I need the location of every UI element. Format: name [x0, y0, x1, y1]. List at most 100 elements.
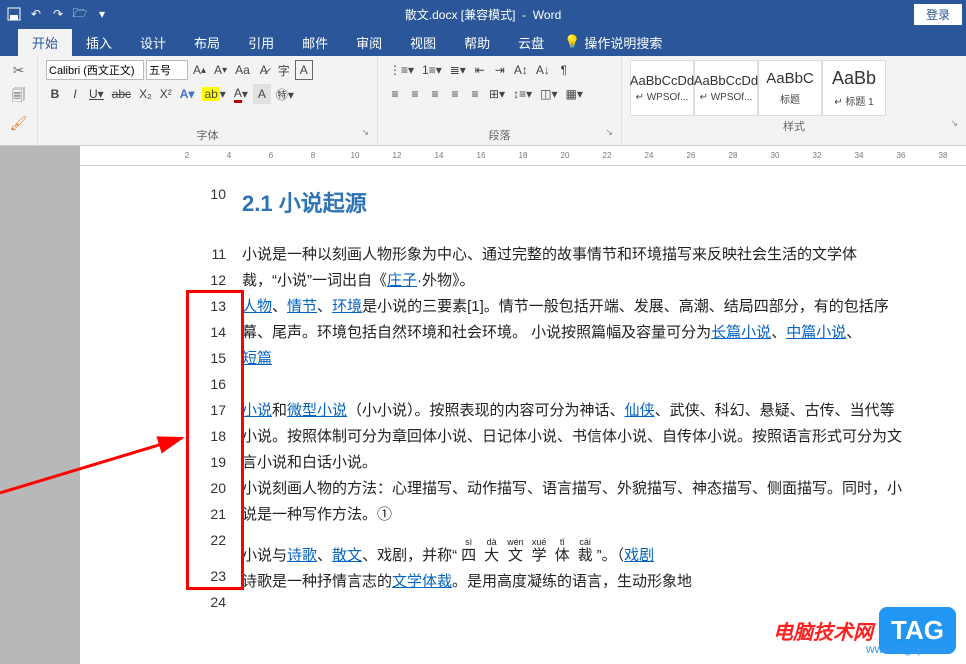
char-border-button[interactable]: A [295, 60, 313, 80]
document-shell: 24681012141618202224262830323436384042 1… [0, 146, 966, 664]
shrink-font-button[interactable]: A▾ [211, 60, 230, 80]
justify-button[interactable]: ≡ [446, 84, 464, 104]
style-item[interactable]: AaBbCcDd ↵ WPSOf... [694, 60, 758, 116]
tab-design[interactable]: 设计 [126, 29, 180, 56]
login-button[interactable]: 登录 [914, 4, 962, 25]
multilevel-button[interactable]: ≣▾ [447, 60, 469, 80]
distribute-button[interactable]: ≡ [466, 84, 484, 104]
style-preview: AaBbC [766, 70, 814, 87]
line-spacing-button[interactable]: ↕≡▾ [510, 84, 535, 104]
tab-insert[interactable]: 插入 [72, 29, 126, 56]
shading-button[interactable]: ◫▾ [537, 84, 560, 104]
font-group: A▴ A▾ Aa A̷ 字 A B I U▾ abc X₂ X² A▾ ab▾ … [38, 56, 378, 145]
document-page[interactable]: 10 11 12 13 14 15 16 17 18 19 20 21 22 2… [86, 166, 966, 664]
italic-button[interactable]: I [66, 84, 84, 104]
link-sanwen[interactable]: 散文 [332, 547, 362, 564]
style-preview: AaBb [832, 68, 876, 89]
link-shige[interactable]: 诗歌 [287, 547, 317, 564]
cut-icon[interactable]: ✂ [13, 62, 25, 79]
style-item[interactable]: AaBb ↵ 标题 1 [822, 60, 886, 116]
qat-dropdown[interactable]: ▾ [94, 6, 110, 22]
tab-cloud[interactable]: 云盘 [504, 29, 558, 56]
save-icon[interactable] [6, 6, 22, 22]
tell-me-search[interactable]: 💡 操作说明搜索 [564, 33, 662, 52]
enclose-char-button[interactable]: ㊕▾ [273, 84, 297, 104]
bullets-button[interactable]: ⋮≡▾ [386, 60, 417, 80]
text-direction-button[interactable]: A↕ [511, 60, 531, 80]
phonetic-guide-button[interactable]: 字 [275, 60, 293, 80]
style-preview: AaBbCcDd [630, 73, 694, 88]
link-qingjie[interactable]: 情节 [287, 298, 317, 315]
styles-group: AaBbCcDd ↵ WPSOf... AaBbCcDd ↵ WPSOf... … [622, 56, 966, 145]
body-paragraph: 小说是一种以刻画人物形象为中心、通过完整的故事情节和环境描写来反映社会生活的文学… [242, 242, 906, 595]
link-zhongpian[interactable]: 中篇小说 [786, 324, 846, 341]
font-group-label[interactable]: 字体 [46, 125, 369, 145]
style-name: ↵ 标题 1 [834, 93, 874, 108]
align-left-button[interactable]: ≡ [386, 84, 404, 104]
font-color-button[interactable]: A▾ [231, 84, 251, 104]
tell-me-label: 操作说明搜索 [584, 33, 662, 52]
grow-font-button[interactable]: A▴ [190, 60, 209, 80]
link-changpian[interactable]: 长篇小说 [711, 324, 771, 341]
watermark-url: www.tagxp.com [866, 642, 950, 656]
tab-mailings[interactable]: 邮件 [288, 29, 342, 56]
font-name-select[interactable] [46, 60, 144, 80]
link-wenxue[interactable]: 文学体裁 [392, 573, 452, 590]
underline-button[interactable]: U▾ [86, 84, 107, 104]
style-preview: AaBbCcDd [694, 73, 758, 88]
subscript-button[interactable]: X₂ [136, 84, 155, 104]
link-renwu[interactable]: 人物 [242, 298, 272, 315]
copy-icon[interactable]: 🗐 [12, 85, 26, 109]
align-right-button[interactable]: ≡ [426, 84, 444, 104]
tab-home[interactable]: 开始 [18, 29, 72, 56]
clear-format-button[interactable]: A̷ [255, 60, 273, 80]
decrease-indent-button[interactable]: ⇤ [471, 60, 489, 80]
format-painter-icon[interactable]: 🖌 [10, 115, 28, 132]
char-shading-button[interactable]: A [253, 84, 271, 104]
undo-icon[interactable]: ↶ [28, 6, 44, 22]
styles-group-label[interactable]: 样式 [630, 116, 958, 136]
clipboard-group: ✂ 🗐 🖌 [0, 56, 38, 145]
strikethrough-button[interactable]: abc [109, 84, 134, 104]
sort-button[interactable]: A↓ [533, 60, 553, 80]
link-weixing[interactable]: 微型小说 [287, 402, 347, 419]
styles-gallery[interactable]: AaBbCcDd ↵ WPSOf... AaBbCcDd ↵ WPSOf... … [630, 60, 886, 116]
paragraph-group-label[interactable]: 段落 [386, 125, 613, 145]
change-case-button[interactable]: Aa [232, 60, 253, 80]
show-marks-button[interactable]: ¶ [555, 60, 573, 80]
snap-grid-button[interactable]: ⊞▾ [486, 84, 508, 104]
link-xiaoshuo[interactable]: 小说 [242, 402, 272, 419]
highlight-button[interactable]: ab▾ [199, 84, 228, 104]
link-huanjing[interactable]: 环境 [332, 298, 362, 315]
watermark: 电脑技术网 TAG www.tagxp.com [773, 607, 956, 654]
tab-review[interactable]: 审阅 [342, 29, 396, 56]
redo-icon[interactable]: ↷ [50, 6, 66, 22]
style-name: 标题 [780, 91, 800, 106]
ribbon-home: ✂ 🗐 🖌 A▴ A▾ Aa A̷ 字 A B I U▾ abc X₂ X² [0, 56, 966, 146]
tab-layout[interactable]: 布局 [180, 29, 234, 56]
link-xianxia[interactable]: 仙侠 [625, 402, 655, 419]
align-center-button[interactable]: ≡ [406, 84, 424, 104]
borders-button[interactable]: ▦▾ [562, 84, 585, 104]
style-item[interactable]: AaBbC 标题 [758, 60, 822, 116]
title-bar: ↶ ↷ 🗁 ▾ 散文.docx [兼容模式] - Word 登录 [0, 0, 966, 28]
font-size-select[interactable] [146, 60, 188, 80]
numbering-button[interactable]: 1≡▾ [419, 60, 445, 80]
tab-help[interactable]: 帮助 [450, 29, 504, 56]
link-zhuangzi[interactable]: 庄子 [387, 272, 417, 289]
watermark-sitename: 电脑技术网 [773, 616, 873, 645]
style-name: ↵ WPSOf... [636, 92, 689, 103]
link-duanpian[interactable]: 短篇 [242, 350, 272, 367]
link-xiju[interactable]: 戏剧 [624, 547, 654, 564]
tab-references[interactable]: 引用 [234, 29, 288, 56]
style-item[interactable]: AaBbCcDd ↵ WPSOf... [630, 60, 694, 116]
horizontal-ruler[interactable]: 24681012141618202224262830323436384042 [80, 146, 966, 166]
bold-button[interactable]: B [46, 84, 64, 104]
open-icon[interactable]: 🗁 [72, 6, 88, 22]
tab-view[interactable]: 视图 [396, 29, 450, 56]
ribbon-tabs: 开始 插入 设计 布局 引用 邮件 审阅 视图 帮助 云盘 💡 操作说明搜索 [0, 28, 966, 56]
style-name: ↵ WPSOf... [700, 92, 753, 103]
increase-indent-button[interactable]: ⇥ [491, 60, 509, 80]
text-effects-button[interactable]: A▾ [177, 84, 198, 104]
superscript-button[interactable]: X² [157, 84, 175, 104]
